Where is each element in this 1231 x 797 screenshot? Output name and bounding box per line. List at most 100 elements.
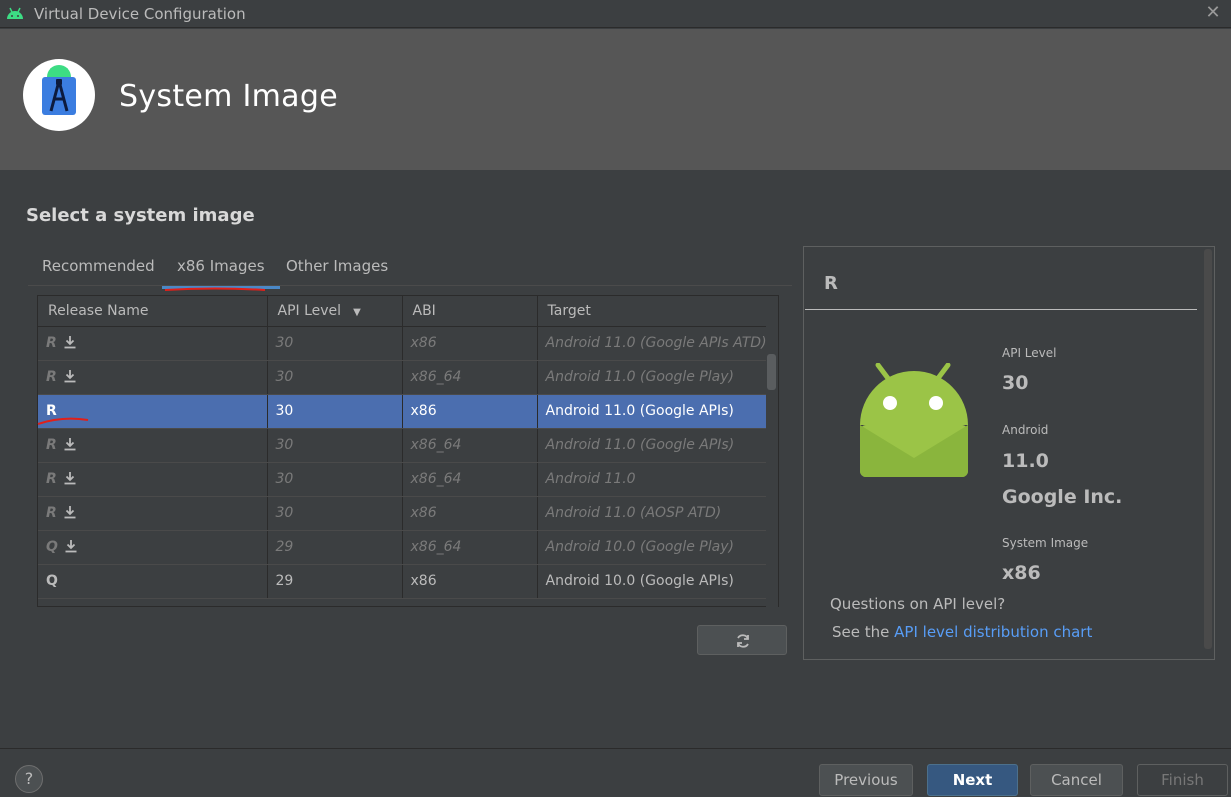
column-header-abi[interactable]: ABI <box>402 296 538 327</box>
cell-api-level: 29 <box>267 564 403 599</box>
api-question-text: Questions on API level? <box>830 595 1006 613</box>
download-icon[interactable] <box>63 437 77 451</box>
cell-target: Android 10.0 (Google APIs) <box>537 564 767 599</box>
cancel-button[interactable]: Cancel <box>1030 764 1123 796</box>
detail-panel: R API Level 30 Android 11.0 Google Inc. … <box>803 246 1215 660</box>
download-icon[interactable] <box>63 335 77 349</box>
android-studio-logo <box>23 59 95 131</box>
cell-release-name: R <box>38 326 268 361</box>
column-header-api-level[interactable]: API Level ▼ <box>267 296 403 327</box>
table-row[interactable]: R 30 x86_64 Android 11.0 (Google Play) <box>38 360 767 395</box>
release-name-text: Q <box>46 573 58 589</box>
window-title: Virtual Device Configuration <box>34 5 246 23</box>
cell-api-level: 30 <box>267 428 403 463</box>
api-level-label: API Level <box>1002 346 1057 360</box>
cell-api-level: 30 <box>267 496 403 531</box>
cell-abi: x86 <box>402 496 538 531</box>
image-tabs: Recommended x86 Images Other Images <box>28 252 792 289</box>
release-name-text: R <box>46 505 57 521</box>
release-name-text: R <box>46 471 57 487</box>
cell-abi: x86_64 <box>402 360 538 395</box>
table-row[interactable]: R 30 x86_64 Android 11.0 (Google APIs) <box>38 428 767 463</box>
api-chart-line: See the API level distribution chart <box>832 623 1092 641</box>
android-robot <box>860 363 968 477</box>
column-label: ABI <box>412 302 436 319</box>
vendor-value: Google Inc. <box>1002 486 1123 508</box>
column-label: Target <box>547 302 591 319</box>
release-name-text: Q <box>46 539 58 555</box>
cell-target: Android 11.0 (Google APIs) <box>537 394 767 429</box>
cell-target: Android 10.0 (Google Play) <box>537 530 767 565</box>
column-header-release-name[interactable]: Release Name <box>38 296 268 327</box>
page-title: System Image <box>119 79 338 114</box>
release-name-text: R <box>46 335 57 351</box>
sort-desc-icon: ▼ <box>353 306 361 318</box>
cell-abi: x86 <box>402 394 538 429</box>
cell-target: Android 11.0 (AOSP ATD) <box>537 496 767 531</box>
tab-other-images[interactable]: Other Images <box>286 257 388 275</box>
cell-abi: x86 <box>402 564 538 599</box>
cell-release-name: Q <box>38 530 268 565</box>
refresh-icon <box>737 634 749 648</box>
column-label: Release Name <box>48 302 149 319</box>
header-banner: System Image <box>0 29 1231 170</box>
table-scrollbar[interactable] <box>766 296 778 607</box>
section-title: Select a system image <box>26 205 255 226</box>
cell-release-name: R <box>38 496 268 531</box>
column-header-target[interactable]: Target <box>537 296 767 327</box>
system-image-label: System Image <box>1002 536 1089 550</box>
api-level-value: 30 <box>1002 372 1029 394</box>
scrollbar-thumb[interactable] <box>767 354 776 390</box>
table-row[interactable]: Q 29 x86 Android 10.0 (Google APIs) <box>38 564 767 599</box>
download-icon[interactable] <box>64 539 78 553</box>
api-distribution-link[interactable]: API level distribution chart <box>894 623 1092 641</box>
see-the-text: See the <box>832 623 890 641</box>
table-row[interactable]: R 30 x86 Android 11.0 (Google APIs) <box>38 394 767 429</box>
table-row[interactable]: Q 29 x86_64 Android 10.0 (Google Play) <box>38 530 767 565</box>
tab-x86-images[interactable]: x86 Images <box>162 257 279 289</box>
refresh-button[interactable] <box>697 625 787 655</box>
cell-target: Android 11.0 <box>537 462 767 497</box>
previous-button[interactable]: Previous <box>819 764 913 796</box>
android-label: Android <box>1002 423 1049 437</box>
cell-release-name: Q <box>38 564 268 599</box>
release-name-text: R <box>46 403 57 419</box>
release-name-text: R <box>46 369 57 385</box>
cell-abi: x86_64 <box>402 428 538 463</box>
cell-release-name: R <box>38 360 268 395</box>
table-row[interactable]: R 30 x86_64 Android 11.0 <box>38 462 767 497</box>
android-icon <box>7 7 23 19</box>
cell-api-level: 30 <box>267 326 403 361</box>
download-icon[interactable] <box>63 369 77 383</box>
divider <box>805 309 1197 310</box>
panel-scrollbar[interactable] <box>1204 249 1212 649</box>
cell-abi: x86_64 <box>402 462 538 497</box>
cell-api-level: 29 <box>267 530 403 565</box>
next-button[interactable]: Next <box>927 764 1018 796</box>
release-name-text: R <box>46 437 57 453</box>
cell-api-level: 30 <box>267 462 403 497</box>
help-button[interactable]: ? <box>15 765 43 793</box>
cell-release-name: R <box>38 462 268 497</box>
system-image-value: x86 <box>1002 562 1041 584</box>
cell-abi: x86_64 <box>402 530 538 565</box>
table-row[interactable]: R 30 x86 Android 11.0 (Google APIs ATD) <box>38 326 767 361</box>
download-icon[interactable] <box>63 505 77 519</box>
tab-recommended[interactable]: Recommended <box>42 257 155 275</box>
cell-target: Android 11.0 (Google APIs) <box>537 428 767 463</box>
cell-target: Android 11.0 (Google APIs ATD) <box>537 326 767 361</box>
cell-release-name: R <box>38 394 268 429</box>
detail-release-name: R <box>824 273 838 294</box>
cell-release-name: R <box>38 428 268 463</box>
footer-bar: ? Previous Next Cancel Finish <box>0 748 1231 797</box>
cell-target: Android 11.0 (Google Play) <box>537 360 767 395</box>
column-label: API Level <box>277 302 342 319</box>
close-icon[interactable]: ✕ <box>1203 2 1223 24</box>
android-version-value: 11.0 <box>1002 450 1049 472</box>
cell-api-level: 30 <box>267 360 403 395</box>
cell-abi: x86 <box>402 326 538 361</box>
system-image-table: Release Name API Level ▼ ABI Target R 30 x8… <box>37 295 779 607</box>
finish-button[interactable]: Finish <box>1137 764 1228 796</box>
table-row[interactable]: R 30 x86 Android 11.0 (AOSP ATD) <box>38 496 767 531</box>
download-icon[interactable] <box>63 471 77 485</box>
